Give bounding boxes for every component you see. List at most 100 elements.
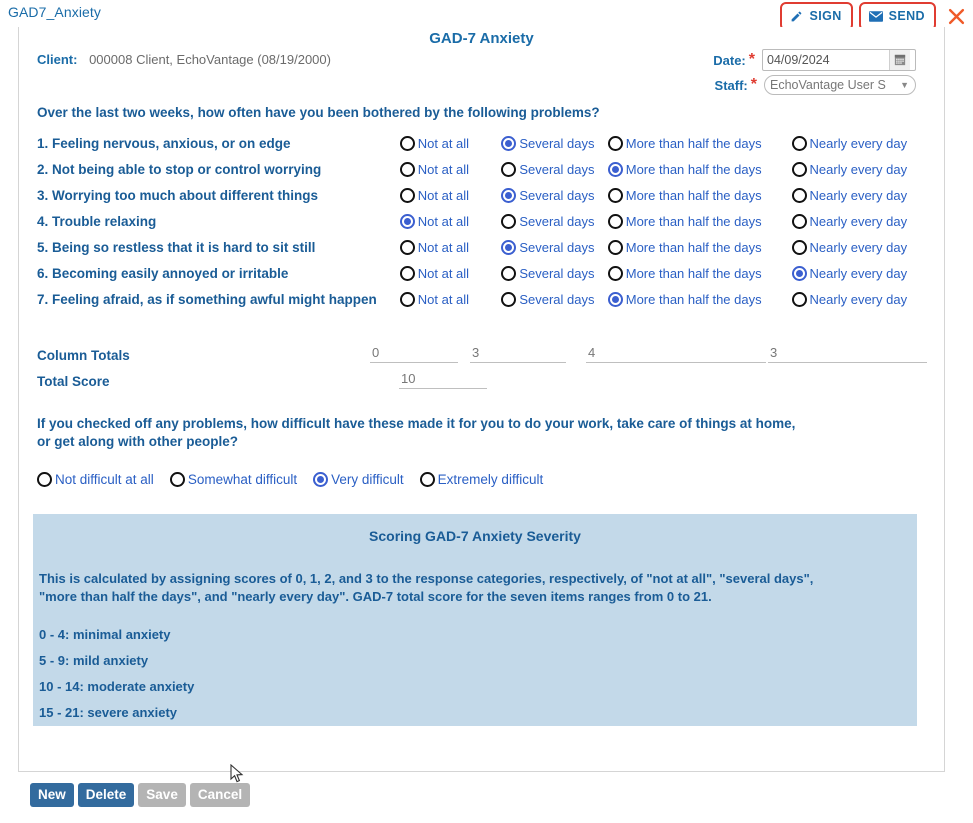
radio-icon[interactable] (501, 161, 517, 177)
question-2-option-3[interactable]: More than half the days (607, 161, 792, 177)
radio-icon[interactable] (37, 472, 52, 487)
difficulty-option-2[interactable]: Somewhat difficult (169, 472, 297, 487)
question-5-option-1[interactable]: Not at all (399, 239, 502, 255)
column-total-3-input[interactable] (768, 343, 927, 363)
close-icon[interactable] (945, 6, 967, 28)
question-4-option-2[interactable]: Several days (501, 213, 607, 229)
question-text: 6. Becoming easily annoyed or irritable (37, 265, 289, 281)
radio-icon[interactable] (399, 265, 415, 281)
radio-icon[interactable] (399, 161, 415, 177)
option-label: More than half the days (625, 187, 762, 203)
question-1-option-1[interactable]: Not at all (399, 135, 502, 151)
option-label: Several days (519, 239, 595, 255)
radio-icon[interactable] (501, 239, 517, 255)
question-5-option-3[interactable]: More than half the days (607, 239, 792, 255)
questions-table: 1. Feeling nervous, anxious, or on edge N… (37, 130, 927, 312)
option-label: Nearly every day (809, 291, 908, 307)
question-3-option-2[interactable]: Several days (501, 187, 607, 203)
question-5-option-2[interactable]: Several days (501, 239, 607, 255)
chevron-down-icon: ▼ (900, 80, 909, 90)
radio-icon[interactable] (791, 135, 807, 151)
option-label: Several days (519, 265, 595, 281)
radio-icon[interactable] (501, 213, 517, 229)
radio-icon[interactable] (791, 187, 807, 203)
radio-icon[interactable] (607, 187, 623, 203)
question-6-option-2[interactable]: Several days (501, 265, 607, 281)
radio-icon[interactable] (399, 213, 415, 229)
question-1-option-3[interactable]: More than half the days (607, 135, 792, 151)
option-label: Nearly every day (809, 213, 908, 229)
question-text: 7. Feeling afraid, as if something awful… (37, 291, 377, 307)
radio-icon[interactable] (791, 161, 807, 177)
question-row: 2. Not being able to stop or control wor… (37, 156, 927, 182)
question-7-option-3[interactable]: More than half the days (607, 291, 792, 307)
option-label: Nearly every day (809, 265, 908, 281)
option-label: Not at all (417, 265, 470, 281)
radio-icon[interactable] (399, 135, 415, 151)
radio-icon[interactable] (419, 472, 435, 487)
column-total-0-input[interactable] (370, 343, 458, 363)
question-1-option-2[interactable]: Several days (501, 135, 607, 151)
calendar-icon[interactable] (889, 50, 910, 70)
option-label: More than half the days (625, 265, 762, 281)
question-6-option-3[interactable]: More than half the days (607, 265, 792, 281)
question-6-option-1[interactable]: Not at all (399, 265, 502, 281)
radio-icon[interactable] (607, 213, 623, 229)
option-label: Nearly every day (809, 187, 908, 203)
difficulty-question-line2: or get along with other people? (37, 434, 238, 449)
radio-icon[interactable] (607, 161, 623, 177)
radio-icon[interactable] (607, 239, 623, 255)
radio-icon[interactable] (791, 213, 807, 229)
question-row: 4. Trouble relaxing Not at all Several day… (37, 208, 927, 234)
question-4-option-1[interactable]: Not at all (399, 213, 502, 229)
new-button[interactable]: New (30, 783, 74, 807)
scoring-range-item: 10 - 14: moderate anxiety (39, 679, 195, 694)
question-5-option-4[interactable]: Nearly every day (791, 239, 927, 255)
question-4-option-3[interactable]: More than half the days (607, 213, 792, 229)
radio-icon[interactable] (607, 135, 623, 151)
difficulty-option-4[interactable]: Extremely difficult (419, 472, 543, 487)
radio-icon[interactable] (169, 472, 185, 487)
question-2-option-4[interactable]: Nearly every day (791, 161, 927, 177)
column-total-1-input[interactable] (470, 343, 566, 363)
radio-icon[interactable] (501, 265, 517, 281)
difficulty-option-3[interactable]: Very difficult (313, 472, 404, 487)
question-6-option-4[interactable]: Nearly every day (791, 265, 927, 281)
scoring-range-item: 15 - 21: severe anxiety (39, 705, 178, 720)
radio-icon[interactable] (607, 291, 623, 307)
question-3-option-4[interactable]: Nearly every day (791, 187, 927, 203)
radio-icon[interactable] (399, 239, 415, 255)
total-score-input[interactable] (399, 369, 487, 389)
pencil-icon (790, 10, 803, 23)
radio-icon[interactable] (791, 239, 807, 255)
radio-icon[interactable] (791, 291, 807, 307)
radio-icon[interactable] (399, 291, 415, 307)
question-7-option-2[interactable]: Several days (501, 291, 607, 307)
radio-icon[interactable] (399, 187, 415, 203)
question-7-option-4[interactable]: Nearly every day (791, 291, 927, 307)
delete-button[interactable]: Delete (77, 783, 135, 807)
date-input[interactable] (763, 51, 889, 69)
radio-icon[interactable] (313, 472, 329, 487)
cancel-button: Cancel (189, 783, 251, 807)
question-3-option-3[interactable]: More than half the days (607, 187, 792, 203)
question-4-option-4[interactable]: Nearly every day (791, 213, 927, 229)
difficulty-option-1[interactable]: Not difficult at all (37, 472, 154, 487)
client-label: Client: (37, 52, 78, 67)
staff-select[interactable]: EchoVantage User S ▼ (764, 75, 916, 95)
column-total-2-input[interactable] (586, 343, 766, 363)
radio-icon[interactable] (607, 265, 623, 281)
question-2-option-1[interactable]: Not at all (399, 161, 502, 177)
radio-icon[interactable] (501, 291, 517, 307)
question-7-option-1[interactable]: Not at all (399, 291, 502, 307)
option-label: Several days (519, 135, 595, 151)
difficulty-question-line1: If you checked off any problems, how dif… (37, 416, 796, 431)
question-2-option-2[interactable]: Several days (501, 161, 607, 177)
radio-icon[interactable] (791, 265, 807, 281)
radio-icon[interactable] (501, 135, 517, 151)
difficulty-question: If you checked off any problems, how dif… (37, 415, 897, 451)
radio-icon[interactable] (501, 187, 517, 203)
question-3-option-1[interactable]: Not at all (399, 187, 502, 203)
question-1-option-4[interactable]: Nearly every day (791, 135, 927, 151)
option-label: Not at all (417, 187, 470, 203)
